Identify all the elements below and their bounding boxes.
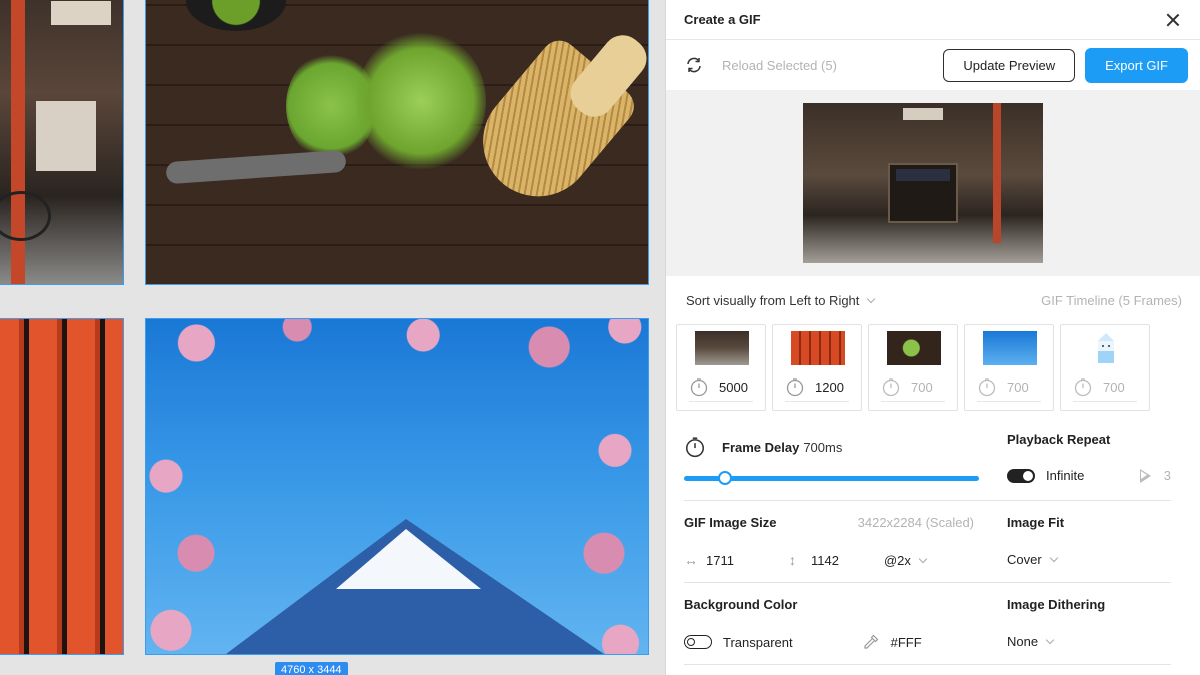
artboard-torii-photo[interactable] xyxy=(0,318,124,655)
gif-settings: Frame Delay 700ms Playback Repeat Infini… xyxy=(666,422,1200,665)
frame-duration[interactable]: 700 xyxy=(911,380,933,395)
slider-thumb[interactable] xyxy=(718,471,733,485)
sort-row: Sort visually from Left to Right GIF Tim… xyxy=(666,276,1200,324)
create-gif-panel: Create a GIF Reload Selected (5) Update … xyxy=(665,0,1200,675)
preview-sign xyxy=(903,108,943,120)
image-size-row: GIF Image Size 3422x2284 (Scaled) ↔ 1711… xyxy=(666,501,1200,582)
export-gif-button[interactable]: Export GIF xyxy=(1085,47,1188,83)
image-dithering: Image Dithering None xyxy=(1007,597,1171,649)
timer-icon xyxy=(786,378,804,397)
frame-delay-slider[interactable] xyxy=(684,471,979,485)
gif-preview-image xyxy=(803,103,1043,263)
gif-preview-area xyxy=(666,90,1200,276)
frame-delay-value: 700ms xyxy=(803,439,843,455)
sort-dropdown[interactable]: Sort visually from Left to Right xyxy=(686,292,876,308)
frame-thumbnail xyxy=(983,331,1037,365)
timer-icon xyxy=(690,378,708,397)
sort-label: Sort visually from Left to Right xyxy=(686,292,860,308)
fuji-snowcap xyxy=(336,529,481,589)
scale-value: @2x xyxy=(883,552,911,568)
gif-timeline: 5000 1200 700 700 700 xyxy=(666,324,1200,411)
matcha-spoon xyxy=(165,149,347,185)
scaled-size: 3422x2284 (Scaled) xyxy=(857,515,974,530)
preview-banner xyxy=(896,169,950,181)
panel-title: Create a GIF xyxy=(684,12,761,27)
timer-icon xyxy=(882,378,900,397)
width-input[interactable]: 1711 xyxy=(706,553,734,568)
artboard-fuji-photo[interactable] xyxy=(145,318,649,655)
chevron-down-icon xyxy=(867,294,876,303)
street-poster xyxy=(36,101,96,171)
cherry-blossoms-right xyxy=(538,399,648,654)
reload-icon[interactable] xyxy=(684,55,704,75)
preview-pole xyxy=(993,103,1001,243)
transparent-toggle[interactable] xyxy=(684,635,712,649)
eyedropper-icon[interactable] xyxy=(863,634,879,650)
divider xyxy=(684,664,1171,665)
dithering-value: None xyxy=(1007,634,1039,649)
update-preview-button[interactable]: Update Preview xyxy=(943,48,1076,82)
street-bicycle xyxy=(0,191,51,241)
frame-thumbnail xyxy=(791,331,845,365)
playback-repeat: Playback Repeat Infinite 3 xyxy=(1007,432,1171,483)
selection-size-badge: 4760 x 3444 xyxy=(275,662,348,675)
scale-dropdown[interactable]: @2x xyxy=(883,552,928,568)
timeline-frame[interactable]: 700 xyxy=(1060,324,1150,411)
timer-icon xyxy=(978,378,996,397)
close-icon[interactable] xyxy=(1164,11,1182,29)
chevron-down-icon xyxy=(918,554,928,563)
frame-duration[interactable]: 1200 xyxy=(815,380,844,395)
infinite-label: Infinite xyxy=(1046,468,1085,483)
timeline-frame[interactable]: 700 xyxy=(964,324,1054,411)
cherry-blossoms-top xyxy=(146,319,648,399)
image-fit: Image Fit Cover xyxy=(1007,515,1171,567)
height-input[interactable]: 1142 xyxy=(811,553,839,568)
artboard-matcha-photo[interactable] xyxy=(145,0,649,285)
timeline-label: GIF Timeline (5 Frames) xyxy=(1041,292,1182,308)
chevron-down-icon xyxy=(1045,635,1055,645)
panel-header: Create a GIF xyxy=(666,0,1200,40)
timeline-frame[interactable]: 700 xyxy=(868,324,958,411)
image-size-label: GIF Image Size xyxy=(684,515,777,530)
frame-duration[interactable]: 700 xyxy=(1007,380,1029,395)
dithering-dropdown[interactable]: None xyxy=(1007,634,1171,649)
frame-duration[interactable]: 5000 xyxy=(719,380,748,395)
stopwatch-icon xyxy=(685,437,705,458)
timer-icon xyxy=(1074,378,1092,397)
reload-selected-label[interactable]: Reload Selected (5) xyxy=(722,58,943,73)
playback-repeat-label: Playback Repeat xyxy=(1007,432,1111,447)
image-fit-label: Image Fit xyxy=(1007,515,1065,530)
frame-duration[interactable]: 700 xyxy=(1103,380,1125,395)
matcha-pot xyxy=(186,0,286,31)
image-fit-dropdown[interactable]: Cover xyxy=(1007,552,1171,567)
cherry-blossoms-left xyxy=(146,399,246,654)
timeline-frame[interactable]: 1200 xyxy=(772,324,862,411)
street-sign xyxy=(51,1,111,25)
timeline-frame[interactable]: 5000 xyxy=(676,324,766,411)
artboard-street-photo[interactable] xyxy=(0,0,124,285)
repeat-count[interactable]: 3 xyxy=(1164,468,1171,483)
image-dithering-label: Image Dithering xyxy=(1007,597,1106,612)
chevron-down-icon xyxy=(1049,553,1058,563)
play-icon[interactable] xyxy=(1139,468,1152,483)
panel-toolbar: Reload Selected (5) Update Preview Expor… xyxy=(666,40,1200,90)
frame-delay-row: Frame Delay 700ms Playback Repeat Infini… xyxy=(666,422,1200,500)
frame-thumbnail xyxy=(887,331,941,365)
milk-carton-icon xyxy=(1098,333,1114,363)
frame-thumbnail xyxy=(695,331,749,365)
background-color-value[interactable]: #FFF xyxy=(891,635,922,650)
frame-delay-label: Frame Delay xyxy=(722,439,800,455)
width-arrow-icon: ↔ xyxy=(684,552,698,568)
infinite-toggle[interactable] xyxy=(1007,468,1035,483)
design-canvas[interactable]: 4760 x 3444 xyxy=(0,0,665,675)
image-fit-value: Cover xyxy=(1007,552,1042,567)
transparent-label: Transparent xyxy=(723,634,793,650)
background-row: Background Color Transparent #FFF Image … xyxy=(666,583,1200,664)
height-arrow-icon: ↕ xyxy=(788,552,796,568)
street-pole xyxy=(11,0,25,284)
matcha-powder-large xyxy=(356,31,486,171)
background-color-label: Background Color xyxy=(684,597,798,612)
